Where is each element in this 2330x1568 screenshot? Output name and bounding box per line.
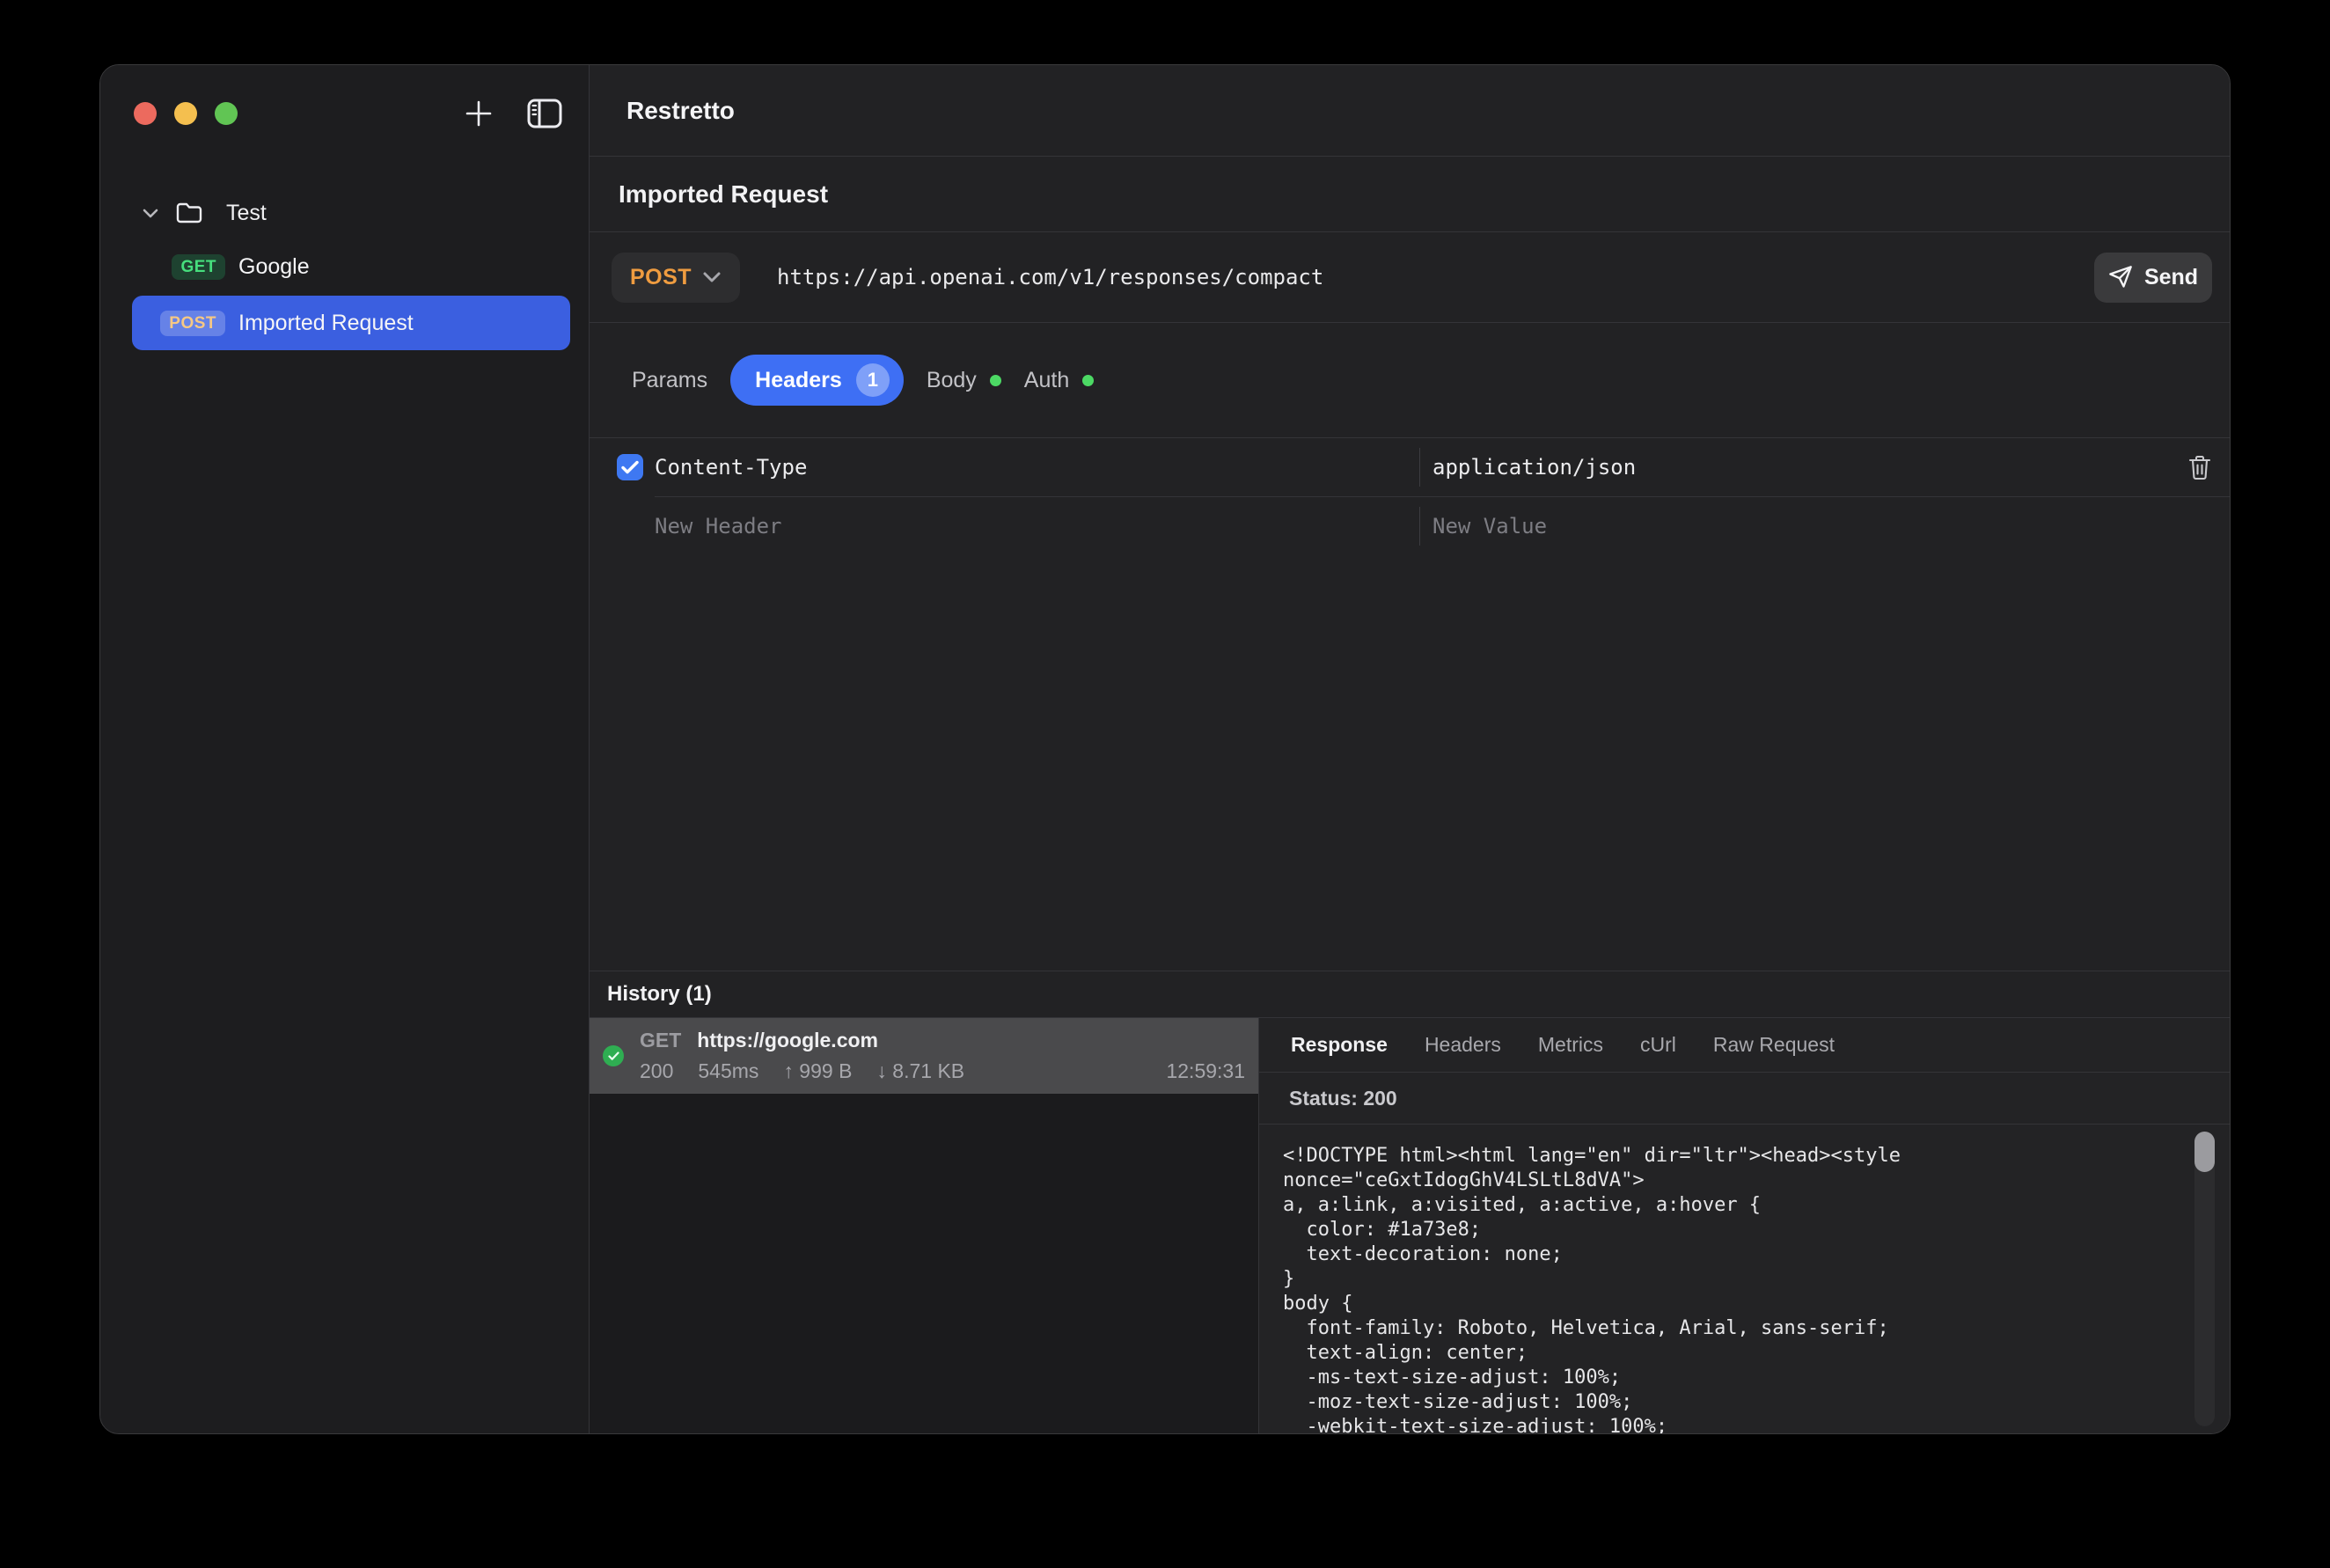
body-filled-dot	[990, 375, 1001, 386]
request-tabs: Params Headers 1 Body Auth	[590, 323, 2230, 438]
response-panel: Response Headers Metrics cUrl Raw Reques…	[1258, 1018, 2230, 1433]
main-titlebar: Restretto	[590, 65, 2230, 157]
tab-auth-label: Auth	[1024, 368, 1069, 393]
headers-count-badge: 1	[856, 363, 890, 397]
traffic-lights	[134, 102, 238, 125]
new-header-row: New Header New Value	[590, 497, 2230, 555]
sidebar-item-label: Imported Request	[238, 311, 414, 336]
sidebar-item-label: Google	[238, 254, 310, 280]
response-status: Status: 200	[1289, 1087, 1397, 1110]
folder-icon	[175, 201, 203, 224]
response-status-row: Status: 200	[1259, 1073, 2230, 1125]
history-title: History (1)	[607, 982, 712, 1007]
folder-label: Test	[226, 201, 267, 226]
url-input[interactable]: https://api.openai.com/v1/responses/comp…	[777, 265, 2094, 289]
tab-headers-label: Headers	[755, 368, 842, 393]
sidebar-toggle-icon	[527, 99, 562, 128]
tab-raw-request[interactable]: Raw Request	[1713, 1033, 1835, 1057]
send-button[interactable]: Send	[2094, 253, 2212, 303]
response-scrollbar[interactable]	[2194, 1132, 2215, 1426]
zoom-window-button[interactable]	[215, 102, 238, 125]
method-dropdown[interactable]: POST	[612, 253, 740, 303]
chevron-down-icon	[702, 271, 722, 283]
tab-response[interactable]: Response	[1291, 1033, 1388, 1057]
folder-row-test[interactable]: Test	[100, 188, 570, 238]
sidebar-item-google[interactable]: GET Google	[132, 239, 570, 294]
request-header: Imported Request	[590, 157, 2230, 232]
header-enabled-checkbox[interactable]	[617, 454, 643, 480]
tab-metrics[interactable]: Metrics	[1538, 1033, 1603, 1057]
new-header-value-input[interactable]: New Value	[1420, 514, 2170, 539]
history-section-header: History (1)	[590, 971, 2230, 1018]
auth-filled-dot	[1082, 375, 1094, 386]
method-badge-post: POST	[160, 311, 225, 336]
history-bytes-received: ↓ 8.71 KB	[876, 1059, 964, 1083]
history-status: 200	[640, 1059, 673, 1083]
plus-icon	[464, 99, 494, 128]
collection-tree: Test GET Google POST Imported Request	[100, 162, 589, 352]
tab-params[interactable]: Params	[632, 368, 707, 393]
method-dropdown-label: POST	[630, 265, 692, 290]
delete-header-button[interactable]	[2170, 454, 2230, 480]
response-body-text: <!DOCTYPE html><html lang="en" dir="ltr"…	[1283, 1144, 2168, 1433]
request-title: Imported Request	[619, 180, 828, 209]
sidebar-item-imported-request[interactable]: POST Imported Request	[132, 296, 570, 350]
success-check-icon	[603, 1045, 624, 1066]
chevron-down-icon[interactable]	[142, 207, 159, 219]
history-bytes-sent: ↑ 999 B	[783, 1059, 852, 1083]
history-url: https://google.com	[697, 1029, 878, 1052]
tab-auth[interactable]: Auth	[1024, 368, 1094, 393]
paper-plane-icon	[2108, 265, 2133, 289]
check-icon	[621, 460, 639, 474]
add-request-button[interactable]	[464, 99, 494, 128]
history-method: GET	[640, 1029, 681, 1052]
tab-body[interactable]: Body	[927, 368, 1001, 393]
tab-curl[interactable]: cUrl	[1640, 1033, 1676, 1057]
sidebar-titlebar	[100, 65, 589, 162]
history-duration: 545ms	[698, 1059, 758, 1083]
minimize-window-button[interactable]	[174, 102, 197, 125]
send-button-label: Send	[2144, 265, 2198, 290]
response-tabs: Response Headers Metrics cUrl Raw Reques…	[1259, 1018, 2230, 1073]
trash-icon	[2188, 454, 2211, 480]
main-panel: Restretto Imported Request POST https://…	[590, 65, 2230, 1433]
method-badge-get: GET	[172, 254, 225, 280]
app-window: Test GET Google POST Imported Request Re…	[99, 64, 2231, 1434]
close-window-button[interactable]	[134, 102, 157, 125]
request-bar: POST https://api.openai.com/v1/responses…	[590, 232, 2230, 323]
header-row: Content-Type application/json	[590, 438, 2230, 496]
tab-response-headers[interactable]: Headers	[1425, 1033, 1501, 1057]
tab-headers[interactable]: Headers 1	[730, 355, 904, 406]
new-header-name-input[interactable]: New Header	[655, 514, 1419, 539]
response-body[interactable]: <!DOCTYPE html><html lang="en" dir="ltr"…	[1259, 1125, 2230, 1433]
history-list: GET https://google.com 200 545ms ↑ 999 B…	[590, 1018, 1258, 1433]
history-timestamp: 12:59:31	[1166, 1059, 1245, 1083]
header-value-input[interactable]: application/json	[1420, 455, 2170, 480]
header-name-input[interactable]: Content-Type	[655, 455, 1419, 480]
history-item[interactable]: GET https://google.com 200 545ms ↑ 999 B…	[590, 1018, 1258, 1094]
sidebar: Test GET Google POST Imported Request	[100, 65, 590, 1433]
scrollbar-thumb[interactable]	[2194, 1132, 2215, 1172]
app-title: Restretto	[626, 97, 735, 125]
tab-body-label: Body	[927, 368, 977, 393]
toggle-sidebar-button[interactable]	[527, 99, 562, 128]
